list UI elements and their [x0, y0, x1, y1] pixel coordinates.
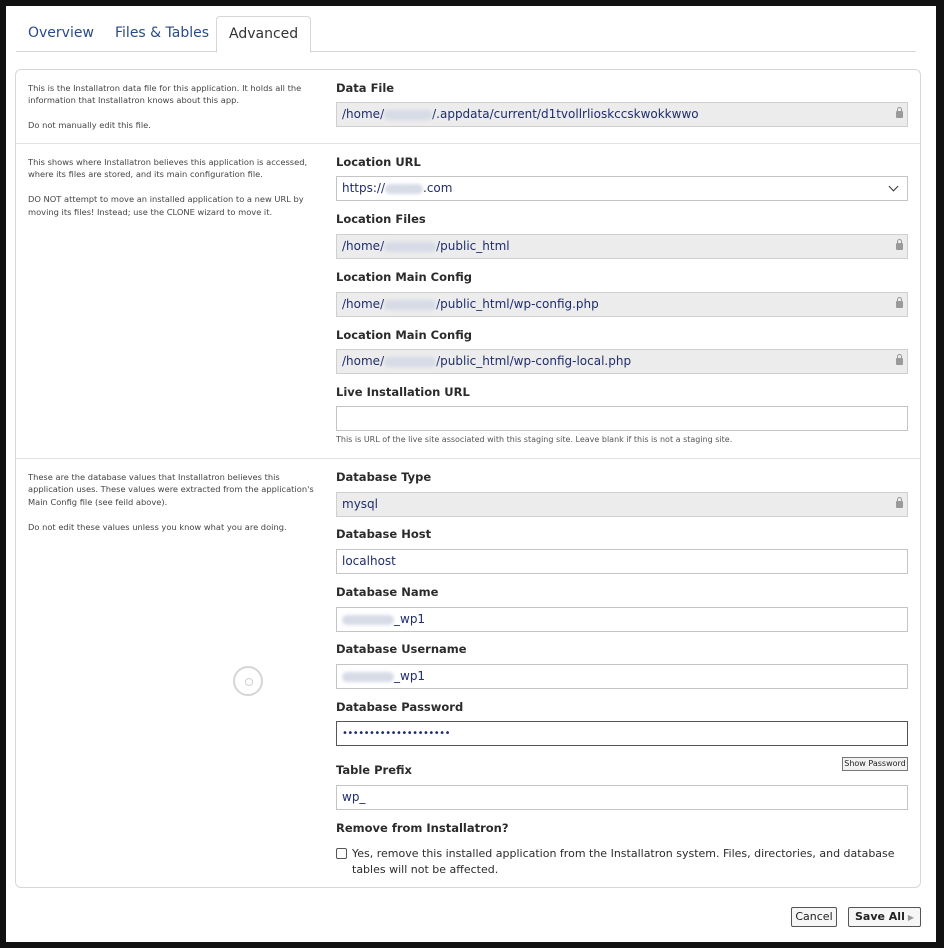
remove-checkbox-label[interactable]: Yes, remove this installed application f…	[352, 846, 912, 878]
location-url-select[interactable]: https:// .com	[336, 176, 908, 201]
lock-icon	[896, 497, 903, 508]
data-file-help: This is the Installatron data file for t…	[28, 82, 318, 144]
help-text: These are the database values that Insta…	[28, 472, 314, 507]
location-url-label: Location URL	[336, 155, 421, 169]
tab-advanced[interactable]: Advanced	[216, 16, 312, 53]
arrow-right-icon: ▶	[907, 913, 915, 922]
tab-overview[interactable]: Overview	[16, 16, 106, 52]
url-suffix: .com	[423, 181, 453, 195]
advanced-panel: This is the Installatron data file for t…	[15, 69, 921, 888]
tab-files-tables[interactable]: Files & Tables	[103, 16, 221, 52]
redacted-username	[384, 356, 437, 367]
data-file-label: Data File	[336, 81, 395, 95]
location-config-local-label: Location Main Config	[336, 328, 472, 342]
path-prefix: /home/	[342, 297, 385, 311]
path-suffix: /public_html	[436, 239, 510, 253]
tab-bar: Overview Files & Tables Advanced	[16, 16, 916, 53]
data-file-section: This is the Installatron data file for t…	[16, 70, 920, 143]
lock-icon	[896, 239, 903, 250]
location-files-label: Location Files	[336, 212, 426, 226]
database-type-field: mysql	[336, 492, 908, 517]
database-password-input[interactable]: ••••••••••••••••••••	[336, 721, 908, 746]
live-url-input[interactable]	[336, 406, 908, 431]
path-suffix: /.appdata/current/d1tvollrlioskccskwokkw…	[432, 107, 699, 121]
database-name-label: Database Name	[336, 585, 439, 599]
table-prefix-input[interactable]: wp_	[336, 785, 908, 810]
path-prefix: /home/	[342, 354, 385, 368]
loading-spinner-icon	[233, 666, 263, 696]
redacted-username	[384, 109, 433, 120]
redacted-username	[384, 299, 437, 310]
help-text: Do not edit these values unless you know…	[28, 521, 287, 532]
database-section: These are the database values that Insta…	[16, 458, 920, 888]
cancel-button[interactable]: Cancel	[791, 907, 837, 927]
path-suffix: /public_html/wp-config-local.php	[436, 354, 632, 368]
field-value: _wp1	[394, 669, 426, 683]
database-password-label: Database Password	[336, 700, 464, 714]
save-all-label: Save All	[854, 910, 905, 923]
location-config-local-field: /home/ /public_html/wp-config-local.php	[336, 349, 908, 374]
help-text: This is the Installatron data file for t…	[28, 83, 302, 106]
path-prefix: /home/	[342, 107, 385, 121]
database-username-label: Database Username	[336, 642, 467, 656]
field-value: mysql	[342, 497, 378, 511]
chevron-down-icon	[888, 181, 899, 192]
help-text: This shows where Installatron believes t…	[28, 157, 308, 180]
remove-checkbox[interactable]	[336, 848, 347, 859]
redacted-username	[342, 614, 394, 625]
table-prefix-label: Table Prefix	[336, 763, 412, 777]
help-text: DO NOT attempt to move an installed appl…	[28, 194, 304, 217]
show-password-button[interactable]: Show Password	[842, 757, 908, 771]
path-suffix: /public_html/wp-config.php	[436, 297, 599, 311]
location-section: This shows where Installatron believes t…	[16, 143, 920, 458]
url-prefix: https://	[342, 181, 386, 195]
location-files-field: /home/ /public_html	[336, 234, 908, 259]
lock-icon	[896, 297, 903, 308]
lock-icon	[896, 354, 903, 365]
database-type-label: Database Type	[336, 470, 432, 484]
data-file-field: /home/ /.appdata/current/d1tvollrlioskccs…	[336, 102, 908, 127]
lock-icon	[896, 107, 903, 118]
redacted-username	[384, 241, 437, 252]
database-help: These are the database values that Insta…	[28, 471, 318, 545]
location-help: This shows where Installatron believes t…	[28, 156, 318, 230]
redacted-domain	[385, 183, 424, 194]
live-url-label: Live Installation URL	[336, 385, 470, 399]
location-config-field: /home/ /public_html/wp-config.php	[336, 292, 908, 317]
database-name-input[interactable]: _wp1	[336, 607, 908, 632]
help-text: Do not manually edit this file.	[28, 120, 151, 131]
location-config-label: Location Main Config	[336, 270, 472, 284]
redacted-username	[342, 671, 394, 682]
database-username-input[interactable]: _wp1	[336, 664, 908, 689]
path-prefix: /home/	[342, 239, 385, 253]
database-host-label: Database Host	[336, 527, 432, 541]
remove-label: Remove from Installatron?	[336, 821, 509, 835]
save-all-button[interactable]: Save All ▶	[848, 907, 921, 927]
field-value: _wp1	[394, 612, 426, 626]
installatron-frame: Overview Files & Tables Advanced This is…	[6, 6, 936, 942]
database-host-input[interactable]: localhost	[336, 549, 908, 574]
live-url-note: This is URL of the live site associated …	[336, 435, 733, 444]
